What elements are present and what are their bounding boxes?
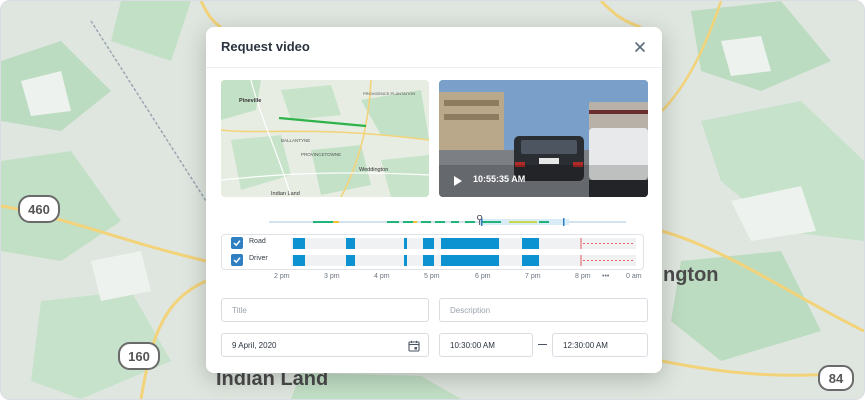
date-input[interactable] [222, 334, 428, 356]
track-row-road: Road [222, 235, 643, 252]
dialog-title: Request video [221, 39, 310, 54]
timeline-scrubber[interactable] [269, 215, 626, 229]
map-label-ballantyne: BALLANTYNE [281, 138, 310, 143]
close-icon[interactable] [632, 39, 648, 55]
driver-checkbox[interactable] [231, 254, 243, 266]
tick-label: 4 pm [374, 273, 390, 280]
map-label-indian-land: Indian Land [271, 191, 300, 197]
tick-label: 5 pm [424, 273, 440, 280]
time-range-separator [538, 344, 547, 345]
tick-label: 6 pm [475, 273, 491, 280]
description-field[interactable] [439, 298, 648, 322]
trip-map[interactable]: Pineville PROVIDENCE PLANTATION BALLANTY… [221, 80, 429, 197]
driver-track-bar[interactable] [291, 255, 636, 266]
tick-label: 7 pm [525, 273, 541, 280]
video-preview[interactable]: 10:55:35 AM [439, 80, 648, 197]
end-time-field[interactable] [552, 333, 648, 357]
map-label-providence: PROVIDENCE PLANTATION [363, 91, 415, 96]
title-field[interactable] [221, 298, 429, 322]
tick-label: 0 am [626, 273, 642, 280]
check-icon [233, 240, 241, 247]
tick-label: 8 pm [575, 273, 591, 280]
road-checkbox[interactable] [231, 237, 243, 249]
time-axis: 2 pm 3 pm 4 pm 5 pm 6 pm 7 pm 8 pm ••• 0… [221, 273, 657, 285]
request-video-dialog: Request video Pineville PROVIDENCE PLANT… [206, 27, 662, 373]
start-time-input[interactable] [440, 334, 532, 356]
map-label-provincetowne: PROVINCETOWNE [301, 152, 341, 157]
start-time-field[interactable] [439, 333, 533, 357]
check-icon [233, 257, 241, 264]
track-label-road: Road [249, 238, 266, 245]
date-field[interactable] [221, 333, 429, 357]
highway-shield-460: 460 [28, 202, 50, 217]
bg-label-weddington: ngton [663, 264, 719, 286]
video-frame [439, 80, 648, 197]
timeline-more-icon[interactable]: ••• [602, 273, 609, 280]
video-timestamp: 10:55:35 AM [473, 174, 526, 184]
track-label-driver: Driver [249, 255, 268, 262]
road-track-bar[interactable] [291, 238, 636, 249]
play-icon[interactable] [453, 176, 463, 186]
highway-shield-160: 160 [128, 349, 150, 364]
description-input[interactable] [440, 299, 647, 321]
track-row-driver: Driver [222, 252, 643, 269]
dialog-header: Request video [206, 27, 662, 68]
title-input[interactable] [222, 299, 428, 321]
end-time-input[interactable] [553, 334, 647, 356]
app-frame: 460 160 84 Indian Land ngton Request vid… [0, 0, 865, 400]
track-panel: Road Driver [221, 234, 644, 270]
highway-shield-84: 84 [829, 371, 844, 386]
tick-label: 3 pm [324, 273, 340, 280]
tick-label: 2 pm [274, 273, 290, 280]
calendar-icon[interactable] [408, 340, 420, 352]
map-label-pineville: Pineville [239, 98, 261, 104]
map-label-weddington: Weddington [359, 167, 388, 173]
